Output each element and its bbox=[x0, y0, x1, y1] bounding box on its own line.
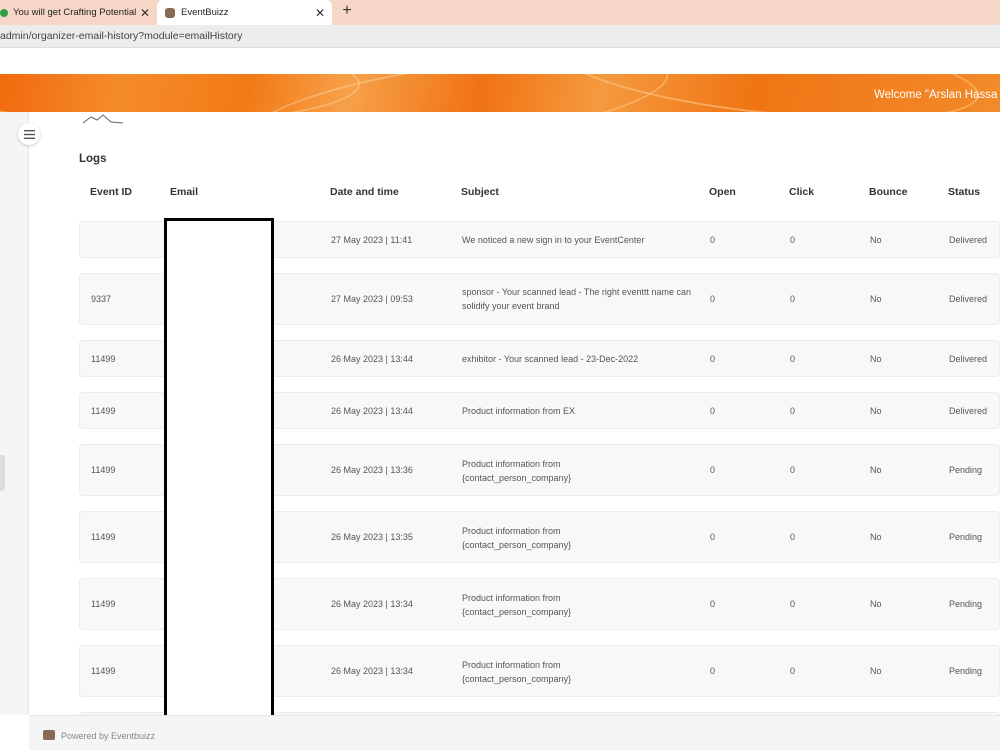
menu-icon[interactable] bbox=[18, 123, 40, 145]
cell-event-id: 11499 bbox=[91, 532, 116, 542]
eventbuizz-favicon-icon bbox=[43, 730, 55, 740]
cell-bounce: No bbox=[870, 465, 882, 475]
cell-date: 26 May 2023 | 13:36 bbox=[331, 465, 413, 475]
welcome-text[interactable]: Welcome "Arslan Hassa bbox=[874, 89, 997, 101]
column-header-event-id[interactable]: Event ID bbox=[90, 186, 132, 198]
cell-click: 0 bbox=[790, 354, 796, 364]
address-bar[interactable]: admin/organizer-email-history?module=ema… bbox=[0, 25, 1000, 48]
cell-open: 0 bbox=[710, 354, 716, 364]
cell-status: Delivered bbox=[949, 235, 988, 245]
hamburger-icon bbox=[23, 129, 35, 139]
column-header-bounce[interactable]: Bounce bbox=[869, 186, 908, 198]
powered-by-text: Powered by Eventbuizz bbox=[61, 731, 156, 741]
cell-date: 26 May 2023 | 13:35 bbox=[331, 532, 413, 542]
logo-icon bbox=[83, 114, 123, 124]
cell-bounce: No bbox=[870, 406, 882, 416]
cell-status: Pending bbox=[949, 532, 983, 542]
footer: Powered by Eventbuizz bbox=[29, 715, 1000, 750]
cell-status: Pending bbox=[949, 465, 983, 475]
cell-click: 0 bbox=[790, 235, 796, 245]
tab-title: You will get Crafting Potential of bbox=[13, 7, 137, 18]
cell-open: 0 bbox=[710, 294, 716, 304]
cell-open: 0 bbox=[710, 599, 716, 609]
redaction-box bbox=[164, 218, 274, 720]
cell-bounce: No bbox=[870, 599, 882, 609]
cell-status: Delivered bbox=[949, 294, 988, 304]
cell-bounce: No bbox=[870, 532, 882, 542]
browser-tab-2[interactable]: EventBuizz ✕ bbox=[157, 0, 332, 25]
column-header-status[interactable]: Status bbox=[948, 186, 980, 198]
cell-subject: exhibitor - Your scanned lead - 23-Dec-2… bbox=[462, 354, 639, 364]
cell-subject: Product information from {contact_person… bbox=[462, 660, 572, 684]
tab-favicon-icon bbox=[165, 7, 175, 18]
table-header: Event ID Email Date and time Subject Ope… bbox=[79, 186, 1000, 202]
cell-event-id: 11499 bbox=[91, 406, 116, 416]
cell-status: Delivered bbox=[949, 354, 988, 364]
cell-subject: Product information from {contact_person… bbox=[462, 526, 572, 550]
cell-bounce: No bbox=[870, 235, 882, 245]
blank-strip bbox=[0, 48, 1000, 74]
cell-event-id: 11499 bbox=[91, 666, 116, 676]
cell-event-id: 11499 bbox=[91, 599, 116, 609]
cell-event-id: 9337 bbox=[91, 294, 112, 304]
page-title: Logs bbox=[79, 153, 107, 165]
cell-open: 0 bbox=[710, 666, 716, 676]
browser-tab-bar: You will get Crafting Potential of ✕ Eve… bbox=[0, 0, 1000, 25]
cell-subject: Product information from EX bbox=[462, 406, 576, 416]
cell-event-id: 11499 bbox=[91, 465, 116, 475]
cell-click: 0 bbox=[790, 465, 796, 475]
cell-click: 0 bbox=[790, 406, 796, 416]
tab-title: EventBuizz bbox=[181, 7, 229, 18]
cell-subject: We noticed a new sign in to your EventCe… bbox=[462, 235, 645, 245]
cell-bounce: No bbox=[870, 294, 882, 304]
cell-open: 0 bbox=[710, 406, 716, 416]
cell-click: 0 bbox=[790, 532, 796, 542]
browser-tab-1[interactable]: You will get Crafting Potential of ✕ bbox=[0, 0, 157, 25]
column-header-click[interactable]: Click bbox=[789, 186, 814, 198]
cell-status: Delivered bbox=[949, 406, 988, 416]
cell-subject: Product information from {contact_person… bbox=[462, 459, 572, 483]
cell-date: 26 May 2023 | 13:34 bbox=[331, 599, 413, 609]
column-header-open[interactable]: Open bbox=[709, 186, 736, 198]
cell-date: 26 May 2023 | 13:44 bbox=[331, 354, 413, 364]
cell-date: 27 May 2023 | 09:53 bbox=[331, 294, 413, 304]
cell-subject: Product information from {contact_person… bbox=[462, 593, 572, 617]
cell-open: 0 bbox=[710, 532, 716, 542]
column-header-subject[interactable]: Subject bbox=[461, 186, 499, 198]
cell-date: 26 May 2023 | 13:34 bbox=[331, 666, 413, 676]
app-header: Welcome "Arslan Hassa bbox=[0, 74, 1000, 112]
cell-bounce: No bbox=[870, 354, 882, 364]
tab-favicon-icon bbox=[0, 8, 8, 17]
cell-bounce: No bbox=[870, 666, 882, 676]
sidebar bbox=[0, 112, 29, 715]
new-tab-icon[interactable]: + bbox=[338, 2, 356, 20]
cell-click: 0 bbox=[790, 599, 796, 609]
tab-close-icon[interactable]: ✕ bbox=[312, 6, 328, 20]
cell-date: 27 May 2023 | 11:41 bbox=[331, 235, 413, 245]
cell-open: 0 bbox=[710, 235, 716, 245]
sidebar-handle[interactable] bbox=[0, 455, 5, 491]
cell-status: Pending bbox=[949, 666, 983, 676]
column-header-email[interactable]: Email bbox=[170, 186, 198, 198]
cell-click: 0 bbox=[790, 294, 796, 304]
cell-click: 0 bbox=[790, 666, 796, 676]
cell-date: 26 May 2023 | 13:44 bbox=[331, 406, 413, 416]
cell-event-id: 11499 bbox=[91, 354, 116, 364]
tab-close-icon[interactable]: ✕ bbox=[137, 6, 153, 20]
address-url: admin/organizer-email-history?module=ema… bbox=[0, 30, 243, 42]
cell-open: 0 bbox=[710, 465, 716, 475]
column-header-date[interactable]: Date and time bbox=[330, 186, 399, 198]
cell-subject: sponsor - Your scanned lead - The right … bbox=[462, 287, 691, 311]
cell-status: Pending bbox=[949, 599, 983, 609]
